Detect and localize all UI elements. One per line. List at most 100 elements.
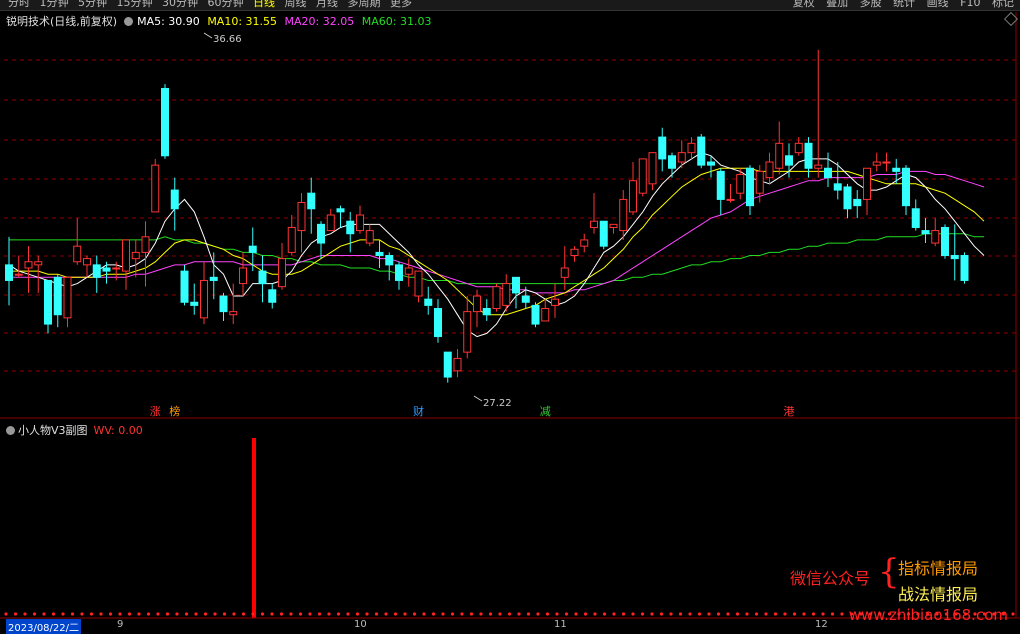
candle [424, 286, 433, 315]
baseline-dot [773, 612, 778, 616]
candle [307, 177, 316, 234]
tab-60min[interactable]: 60分钟 [208, 0, 244, 9]
candle-body [200, 279, 208, 319]
baseline-dot [251, 612, 255, 616]
event-mark: 减 [540, 405, 551, 418]
candle-body [687, 142, 696, 154]
candle-body [482, 308, 491, 316]
baseline-dot [707, 612, 711, 616]
baseline-dot [422, 612, 426, 616]
candle-body [24, 261, 33, 269]
tab-weekly[interactable]: 周线 [285, 0, 307, 9]
tool-stats[interactable]: 统计 [893, 0, 915, 9]
tool-mark[interactable]: 标记 [992, 0, 1014, 9]
tab-more[interactable]: 更多 [390, 0, 412, 9]
candle [911, 199, 920, 231]
baseline-dot [32, 612, 37, 616]
baseline-dot [23, 612, 27, 616]
candle-body [73, 245, 82, 263]
candle [375, 239, 384, 268]
candle-body [63, 276, 72, 319]
candle-body [219, 295, 228, 313]
tab-fenshi[interactable]: 分时 [8, 0, 30, 9]
event-mark: 港 [784, 405, 795, 418]
baseline-dot [507, 612, 512, 616]
baseline-dot [308, 612, 312, 616]
candle [629, 162, 637, 215]
date-axis: 2023/08/22/二 9 10 11 12 [0, 619, 1020, 634]
baseline-dot [545, 612, 550, 616]
baseline-dot [460, 612, 464, 616]
candle [356, 205, 364, 234]
candle-body [14, 273, 23, 276]
candle [931, 218, 940, 247]
baseline-dot [678, 612, 683, 616]
period-tabs[interactable]: 分时 1分钟 5分钟 15分钟 30分钟 60分钟 日线 周线 月线 多周期 更… [8, 0, 412, 10]
tab-5min[interactable]: 5分钟 [78, 0, 107, 9]
candle [326, 208, 335, 232]
candle-body [297, 202, 306, 232]
baseline-dot [232, 612, 236, 616]
candle-body [775, 142, 784, 169]
watermark-block: 微信公众号 { 指标情报局 战法情报局 [790, 553, 1010, 609]
candle-body [131, 251, 140, 260]
tab-15min[interactable]: 15分钟 [117, 0, 153, 9]
tool-f10[interactable]: F10 [960, 0, 980, 9]
candle [365, 224, 374, 247]
candle-body [317, 223, 325, 244]
baseline-dot [840, 612, 844, 616]
tab-monthly[interactable]: 月线 [316, 0, 338, 9]
baseline-dot [716, 612, 721, 616]
baseline-dot [536, 612, 540, 616]
baseline-dot [355, 612, 360, 616]
baseline-dot [745, 612, 749, 616]
signal-bar [252, 438, 256, 618]
candle [336, 205, 345, 228]
tab-multi-period[interactable]: 多周期 [348, 0, 381, 9]
tool-multi-stock[interactable]: 多股 [860, 0, 882, 9]
candle [24, 246, 33, 293]
chart-canvas[interactable]: 涨榜 财 减 港 36.66 27.22 [0, 0, 1020, 631]
baseline-dot [650, 612, 654, 616]
baseline-dot [697, 612, 702, 616]
candle-body [902, 167, 910, 207]
candle-body [34, 261, 43, 266]
candle-body [707, 161, 715, 166]
event-mark: 涨 [150, 405, 161, 418]
candle-body [638, 158, 647, 194]
tab-1min[interactable]: 1分钟 [40, 0, 69, 9]
sub-settings-dot-icon[interactable] [6, 425, 15, 435]
tab-30min[interactable]: 30分钟 [162, 0, 198, 9]
tab-daily[interactable]: 日线 [253, 0, 275, 9]
candle-body [892, 167, 901, 172]
baseline-dot [222, 612, 227, 616]
baseline-dot [61, 612, 65, 616]
candle-body [365, 230, 374, 244]
candle-body [911, 208, 920, 228]
candle [14, 255, 23, 278]
tool-overlay[interactable]: 叠加 [826, 0, 848, 9]
candle-body [814, 164, 823, 169]
baseline-dot [450, 612, 455, 616]
baseline-dot [441, 612, 445, 616]
ma20-label: MA20: 32.05 [284, 15, 355, 28]
baseline-dot [270, 612, 274, 616]
candle [843, 183, 852, 219]
settings-dot-icon[interactable] [124, 16, 134, 26]
baseline-dot [726, 612, 730, 616]
tool-draw[interactable]: 画线 [927, 0, 949, 9]
tool-adjust[interactable]: 复权 [793, 0, 815, 9]
candle-body [882, 161, 891, 164]
candle [92, 255, 101, 293]
candle [902, 165, 910, 215]
candle-body [551, 298, 559, 306]
right-tools[interactable]: 复权 叠加 多股 统计 画线 F10 标记 [793, 0, 1014, 10]
baseline-dot [412, 612, 417, 616]
baseline-dot [13, 612, 18, 616]
candle-body [824, 167, 832, 179]
baseline-dot [830, 612, 835, 616]
candle [151, 158, 160, 213]
candle [531, 302, 540, 328]
candle-body [697, 136, 706, 166]
candle [268, 283, 277, 309]
